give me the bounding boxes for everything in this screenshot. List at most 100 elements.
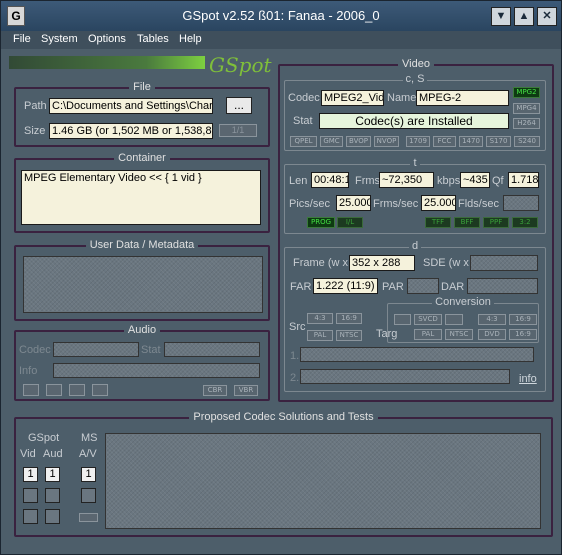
pulldown-tag: 3:2 — [512, 217, 538, 228]
browse-button[interactable]: ... — [226, 97, 252, 114]
av-col-label: A/V — [79, 448, 97, 460]
codec-label: Codec — [288, 92, 320, 104]
menu-tables[interactable]: Tables — [137, 33, 169, 45]
targ-1692-tag: 16:9 — [509, 329, 537, 340]
tag-s170: S170 — [486, 136, 511, 147]
targ-svcd-tag: SVCD — [414, 314, 442, 325]
d-header: d — [408, 240, 422, 252]
av-2-button[interactable] — [81, 488, 96, 503]
vid-col-label: Vid — [20, 448, 36, 460]
cs-header: c, S — [402, 73, 428, 85]
dar-field — [467, 278, 538, 294]
audio-btn-2[interactable] — [46, 384, 62, 396]
menu-help[interactable]: Help — [179, 33, 202, 45]
il-tag: I/L — [337, 217, 363, 228]
window-title: GSpot v2.52 ß01: Fanaa - 2006_0 — [182, 8, 380, 23]
targ-label: Targ — [376, 328, 398, 340]
audio-stat-label: Stat — [141, 344, 161, 356]
main-window: G GSpot v2.52 ß01: Fanaa - 2006_0 ▼ ▲ ✕ … — [0, 0, 562, 555]
gspot-logo: GSpot — [209, 53, 272, 77]
container-info: MPEG Elementary Video << { 1 vid } — [21, 170, 261, 225]
audio-info-label: Info — [19, 365, 38, 377]
tag-s240: S240 — [514, 136, 540, 147]
menu-bar: File System Options Tables Help — [1, 31, 561, 49]
title-bar[interactable]: G GSpot v2.52 ß01: Fanaa - 2006_0 ▼ ▲ ✕ — [1, 1, 561, 31]
bvop-tag: BVOP — [346, 136, 371, 147]
frame-label: Frame (w x — [293, 257, 348, 269]
bff-tag: BFF — [454, 217, 480, 228]
stat-label: Stat — [293, 115, 313, 127]
targ-ntsc-tag: NTSC — [445, 329, 473, 340]
line1-label: 1. — [290, 350, 300, 362]
audio-btn-3[interactable] — [69, 384, 85, 396]
aud-3-button[interactable] — [45, 509, 60, 524]
kbps-label: kbps — [437, 175, 461, 187]
menu-file[interactable]: File — [13, 33, 31, 45]
path-field[interactable]: C:\Documents and Settings\Char — [49, 98, 213, 114]
file-header: File — [129, 81, 155, 93]
h264-tag: H264 — [513, 118, 540, 129]
par-label: PAR — [382, 281, 404, 293]
len-field: 00:48:1 — [311, 172, 349, 188]
targ-dvd2-tag: DVD — [478, 329, 506, 340]
targ-vcd-tag — [394, 314, 411, 325]
flds-field — [503, 195, 539, 211]
far-label: FAR — [290, 281, 312, 293]
len-label: Len — [289, 175, 308, 187]
line2-field — [300, 369, 510, 384]
userdata-area — [23, 256, 263, 313]
av-extra-button[interactable] — [79, 513, 98, 522]
audio-codec-label: Codec — [19, 344, 51, 356]
av-1-button[interactable]: 1 — [81, 467, 96, 482]
name-label: Name — [387, 92, 417, 104]
qpel-tag: QPEL — [290, 136, 317, 147]
audio-header: Audio — [123, 324, 161, 336]
aud-2-button[interactable] — [45, 488, 60, 503]
maximize-button[interactable]: ▲ — [514, 7, 534, 26]
targ-43-tag: 4:3 — [478, 314, 506, 325]
src-label: Src — [289, 321, 306, 333]
close-button[interactable]: ✕ — [537, 7, 557, 26]
audio-stat-field — [164, 342, 260, 357]
line2-label: 2. — [290, 372, 300, 384]
ms-col-label: MS — [81, 432, 98, 444]
vbr-tag: VBR — [234, 385, 258, 396]
conversion-header: Conversion — [432, 296, 494, 308]
aud-1-button[interactable]: 1 — [45, 467, 60, 482]
vid-3-button[interactable] — [23, 509, 38, 524]
menu-options[interactable]: Options — [88, 33, 126, 45]
audio-btn-1[interactable] — [23, 384, 39, 396]
targ-pal-tag: PAL — [414, 329, 442, 340]
codec-solutions-area — [105, 433, 541, 529]
gmc-tag: GMC — [320, 136, 343, 147]
sde-label: SDE (w x — [423, 257, 469, 269]
path-label: Path — [24, 100, 47, 112]
size-field: 1.46 GB (or 1,502 MB or 1,538,81 — [49, 123, 213, 139]
vid-2-button[interactable] — [23, 488, 38, 503]
pics-field: 25.000 — [336, 195, 371, 211]
info-link[interactable]: info — [519, 373, 537, 385]
sde-field — [470, 255, 538, 271]
size-label: Size — [24, 125, 46, 137]
src-ntsc-tag: NTSC — [336, 330, 362, 341]
progress-strip — [9, 56, 205, 69]
frms-field: ~72,350 — [379, 172, 434, 188]
audio-info-field — [53, 363, 260, 378]
src-pal-tag: PAL — [307, 330, 333, 341]
audio-codec-field — [53, 342, 139, 357]
par-field — [407, 278, 439, 294]
minimize-button[interactable]: ▼ — [491, 7, 511, 26]
name-field: MPEG-2 — [416, 90, 509, 106]
vid-1-button[interactable]: 1 — [23, 467, 38, 482]
codec-field: MPEG2_Vid — [321, 90, 384, 106]
mpg4-tag: MPG4 — [513, 103, 540, 114]
frmssec-label: Frms/sec — [373, 198, 419, 210]
codec-solutions-header: Proposed Codec Solutions and Tests — [189, 411, 378, 423]
audio-btn-4[interactable] — [92, 384, 108, 396]
nvop-tag: NVOP — [374, 136, 399, 147]
menu-system[interactable]: System — [41, 33, 78, 45]
file-part-button[interactable]: 1/1 — [219, 124, 257, 137]
qf-field: 1.718 — [508, 172, 539, 188]
prog-tag: PROG — [307, 217, 335, 228]
tff-tag: TFF — [425, 217, 451, 228]
